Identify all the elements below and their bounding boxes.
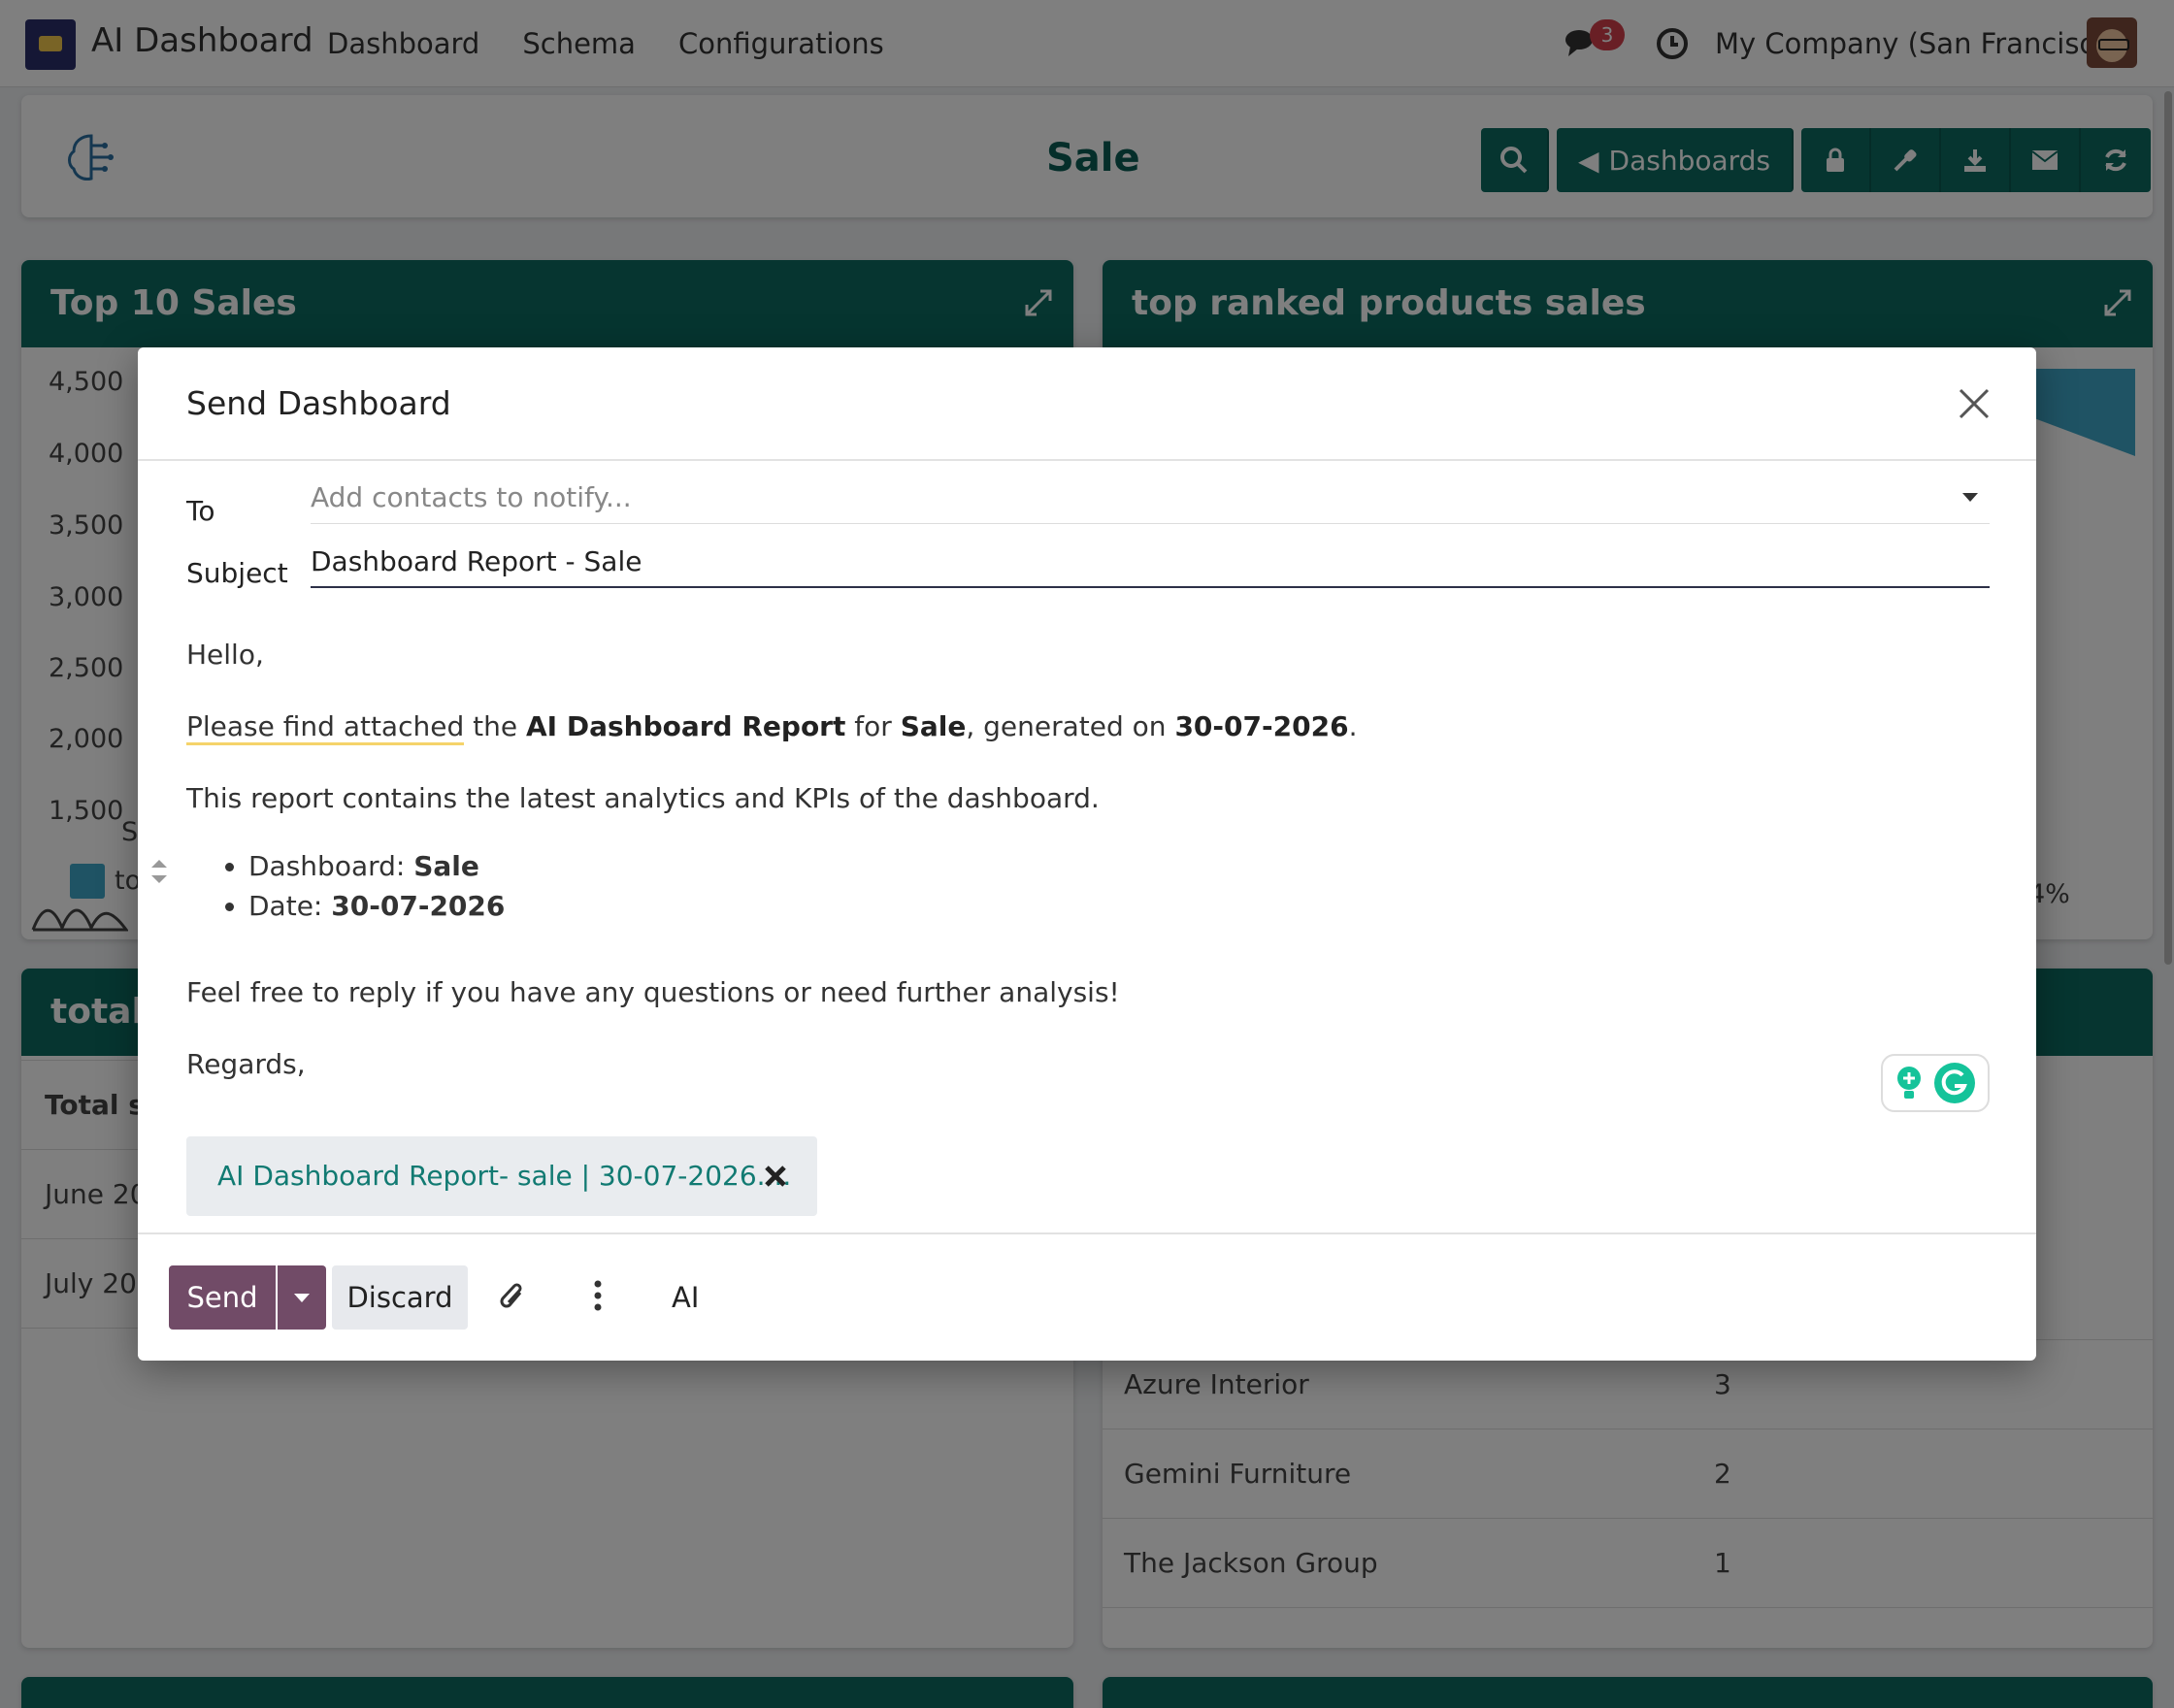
dialog-footer: Send Discard AI (138, 1232, 2036, 1361)
email-greeting[interactable]: Hello, (186, 639, 264, 671)
report-name: AI Dashboard Report (526, 710, 846, 742)
bullet-label: Dashboard: (248, 850, 414, 882)
grammar-highlight[interactable]: Please find attached (186, 710, 465, 745)
dialog-header: Send Dashboard (138, 347, 2036, 461)
send-button[interactable]: Send (169, 1265, 276, 1330)
dialog-title: Send Dashboard (186, 384, 451, 422)
more-options-icon[interactable] (594, 1279, 602, 1312)
remove-attachment-icon[interactable] (763, 1164, 788, 1189)
text-fragment: for (845, 710, 901, 742)
text-fragment: , generated on (966, 710, 1175, 742)
dashboard-name: Sale (900, 710, 967, 742)
attachment-name[interactable]: AI Dashboard Report- sale | 30-07-2026..… (217, 1160, 791, 1192)
chevron-down-icon[interactable] (1962, 493, 1978, 502)
email-closing[interactable]: Regards, (186, 1048, 306, 1080)
send-dashboard-dialog: Send Dashboard To Add contacts to notify… (138, 347, 2036, 1361)
bullet-date: Date: 30-07-2026 (248, 890, 505, 922)
subject-input[interactable]: Dashboard Report - Sale (311, 538, 1990, 588)
email-line-2[interactable]: This report contains the latest analytic… (186, 782, 1100, 814)
bullet-label: Date: (248, 890, 332, 922)
recipients-placeholder: Add contacts to notify... (311, 481, 632, 513)
bullet-value: Sale (413, 850, 479, 882)
discard-button[interactable]: Discard (332, 1265, 468, 1330)
reorder-handle-icon[interactable] (149, 858, 169, 885)
bullet-dashboard: Dashboard: Sale (248, 850, 505, 882)
email-line-3[interactable]: Feel free to reply if you have any quest… (186, 976, 1120, 1008)
close-icon[interactable] (1955, 384, 1993, 423)
text-fragment: the (464, 710, 526, 742)
email-bullet-list[interactable]: Dashboard: Sale Date: 30-07-2026 (248, 850, 505, 930)
attachment-chip[interactable]: AI Dashboard Report- sale | 30-07-2026..… (186, 1136, 817, 1216)
grammarly-widget[interactable] (1881, 1054, 1990, 1112)
send-options-dropdown[interactable] (278, 1265, 326, 1330)
lightbulb-icon (1897, 1067, 1921, 1099)
to-label: To (186, 495, 215, 527)
text-fragment: . (1348, 710, 1358, 742)
ai-button[interactable]: AI (672, 1281, 699, 1314)
grammarly-icon (1934, 1063, 1975, 1103)
paperclip-icon[interactable] (499, 1281, 528, 1314)
email-line-1[interactable]: Please find attached the AI Dashboard Re… (186, 710, 1358, 745)
recipients-input[interactable]: Add contacts to notify... (311, 477, 1990, 524)
bullet-value: 30-07-2026 (331, 890, 506, 922)
report-date: 30-07-2026 (1174, 710, 1349, 742)
subject-label: Subject (186, 557, 288, 589)
